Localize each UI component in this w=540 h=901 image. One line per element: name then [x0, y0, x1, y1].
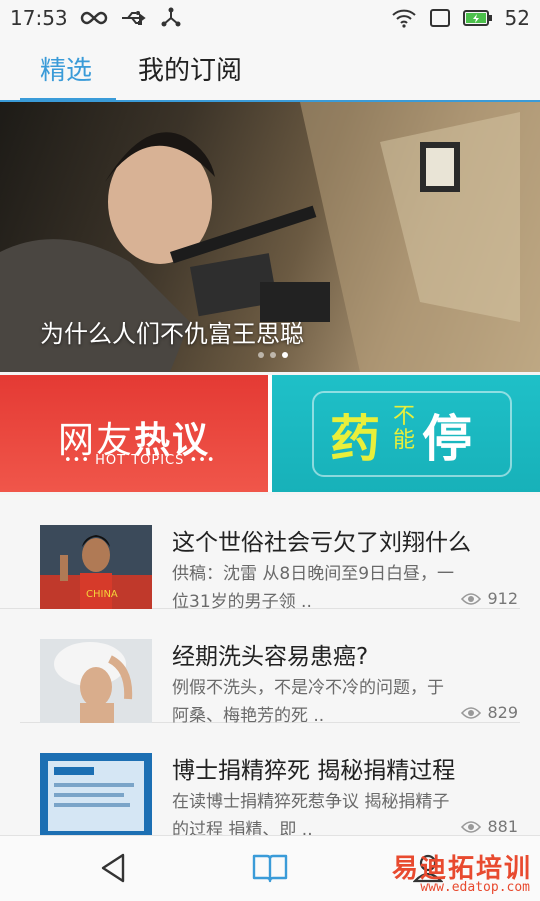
news-item[interactable]: 博士捐精猝死 揭秘捐精过程 在读博士捐精猝死惹争议 揭秘捐精子 的过程 捐精、即… [20, 723, 520, 835]
usb-icon [120, 10, 148, 26]
tab-my-subscriptions[interactable]: 我的订阅 [138, 50, 242, 87]
carousel-dots [258, 352, 288, 358]
news-list: CHINA 这个世俗社会亏欠了刘翔什么 供稿：沈雷 从8日晚间至9日白昼，一 位… [0, 495, 540, 835]
carousel-dot[interactable] [258, 352, 264, 358]
news-title: 这个世俗社会亏欠了刘翔什么 [172, 530, 471, 556]
view-count-value: 912 [487, 589, 518, 608]
svg-text:CHINA: CHINA [86, 589, 118, 600]
news-thumbnail [40, 753, 152, 835]
tab-featured[interactable]: 精选 [40, 50, 92, 87]
infinity-icon [80, 10, 108, 26]
banner-char-ting: 停 [422, 410, 472, 468]
share-network-icon [160, 7, 182, 29]
carousel-dot[interactable] [270, 352, 276, 358]
battery-charging-icon [462, 9, 493, 27]
watermark-url: www.edatop.com [420, 880, 530, 895]
news-desc: 在读博士捐精猝死惹争议 揭秘捐精子 [172, 792, 450, 812]
sim-icon [429, 8, 451, 28]
eye-icon [461, 820, 482, 833]
news-item[interactable]: CHINA 这个世俗社会亏欠了刘翔什么 供稿：沈雷 从8日晚间至9日白昼，一 位… [0, 495, 520, 612]
view-count-value: 881 [487, 817, 518, 835]
banner-row: 网友热议 ••• HOT TOPICS ••• 药 不能 停 [0, 375, 540, 492]
home-button[interactable] [250, 850, 290, 886]
news-desc: 例假不洗头，不是冷不冷的问题，于 [172, 678, 444, 698]
wifi-icon [391, 8, 417, 28]
news-desc: 供稿：沈雷 从8日晚间至9日白昼，一 [172, 564, 455, 584]
news-thumbnail [40, 639, 152, 723]
status-bar: 17:53 52 [0, 0, 540, 36]
book-icon [252, 854, 288, 883]
eye-icon [461, 706, 482, 719]
news-title: 博士捐精猝死 揭秘捐精过程 [172, 758, 456, 784]
view-count: 912 [461, 589, 518, 608]
hot-topics-banner[interactable]: 网友热议 ••• HOT TOPICS ••• [0, 375, 268, 492]
hero-caption: 为什么人们不仇富王思聪 [40, 320, 304, 348]
view-count: 829 [461, 703, 518, 722]
view-count-value: 829 [487, 703, 518, 722]
carousel-dot-active[interactable] [282, 352, 288, 358]
hero-carousel[interactable]: 为什么人们不仇富王思聪 [0, 102, 540, 372]
status-time: 17:53 [10, 6, 68, 30]
news-title: 经期洗头容易患癌? [172, 644, 369, 670]
medicine-banner[interactable]: 药 不能 停 [272, 375, 540, 492]
banner-char-yao: 药 [330, 410, 380, 468]
hot-topics-subtitle: ••• HOT TOPICS ••• [64, 453, 216, 468]
view-count: 881 [461, 817, 518, 835]
tab-bar: 精选 我的订阅 [0, 36, 540, 102]
news-desc: 的过程 捐精、即 .. [172, 820, 313, 835]
news-item[interactable]: 经期洗头容易患癌? 例假不洗头，不是冷不冷的问题，于 阿桑、梅艳芳的死 .. 8… [20, 609, 520, 726]
eye-icon [461, 592, 482, 605]
battery-level: 52 [504, 6, 530, 30]
back-icon [101, 853, 125, 883]
banner-char-buneng: 不能 [392, 404, 415, 453]
back-button[interactable] [94, 850, 134, 886]
news-thumbnail: CHINA [40, 525, 152, 609]
